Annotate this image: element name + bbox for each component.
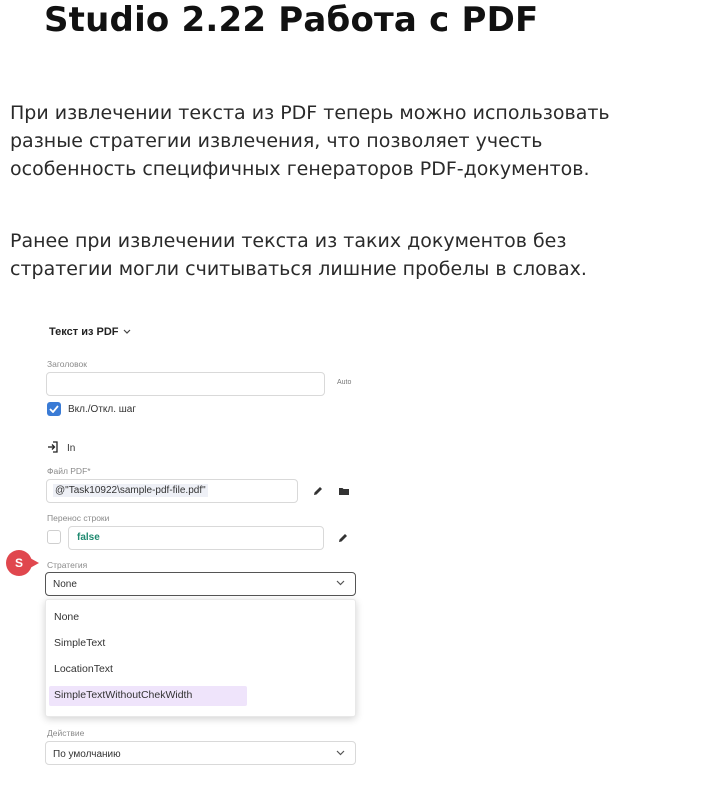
step-badge: S [6, 550, 32, 576]
paragraph-1-line: особенность специфичных генераторов PDF-… [10, 158, 590, 180]
paragraph-1-line: При извлечении текста из PDF теперь можн… [10, 102, 610, 124]
strategy-option[interactable]: LocationText [54, 663, 113, 675]
toggle-step-label: Вкл./Откл. шаг [68, 404, 137, 415]
activity-title-label: Текст из PDF [49, 326, 119, 338]
strategy-label: Стратегия [47, 560, 88, 570]
auto-button[interactable]: Auto [337, 379, 351, 386]
strategy-select-value: None [53, 579, 77, 590]
strategy-option[interactable]: None [54, 611, 79, 623]
strategy-option[interactable]: SimpleText [54, 637, 105, 649]
chevron-down-icon [123, 327, 131, 337]
slide-title: Studio 2.22 Работа с PDF [44, 0, 539, 40]
sign-in-icon [47, 441, 59, 456]
file-label: Файл PDF* [47, 466, 91, 476]
strategy-option-highlighted[interactable]: SimpleTextWithoutChekWidth [54, 689, 192, 701]
wrap-label: Перенос строки [47, 513, 110, 523]
chevron-down-icon [336, 578, 345, 588]
file-input-value: @"Task10922\sample-pdf-file.pdf" [53, 484, 208, 497]
paragraph-1: При извлечении текста из PDF теперь можн… [10, 99, 725, 183]
in-label: In [67, 443, 76, 454]
in-section: In [47, 441, 75, 456]
chevron-down-icon [336, 748, 345, 758]
action-label: Действие [47, 728, 85, 738]
strategy-select[interactable] [45, 572, 356, 596]
toggle-step-checkbox[interactable] [47, 402, 61, 416]
strategy-dropdown: None SimpleText LocationText SimpleTextW… [45, 599, 356, 717]
pencil-icon[interactable] [336, 531, 350, 545]
wrap-input-value: false [77, 532, 100, 543]
step-badge-pointer [30, 558, 39, 568]
wrap-input[interactable] [68, 526, 324, 550]
paragraph-2-line: Ранее при извлечении текста из таких док… [10, 230, 567, 252]
action-select-value: По умолчанию [53, 749, 121, 760]
checkmark-icon [49, 400, 59, 418]
paragraph-2-line: стратегии могли считываться лишние пробе… [10, 258, 587, 280]
header-input[interactable] [46, 372, 325, 396]
paragraph-2: Ранее при извлечении текста из таких док… [10, 227, 725, 283]
activity-title[interactable]: Текст из PDF [49, 326, 131, 338]
pencil-icon[interactable] [311, 484, 325, 498]
file-input-value-wrap: @"Task10922\sample-pdf-file.pdf" [53, 484, 208, 497]
header-label: Заголовок [47, 359, 87, 369]
wrap-checkbox[interactable] [47, 530, 61, 544]
paragraph-1-line: разные стратегии извлечения, что позволя… [10, 130, 543, 152]
folder-icon[interactable] [337, 485, 351, 497]
